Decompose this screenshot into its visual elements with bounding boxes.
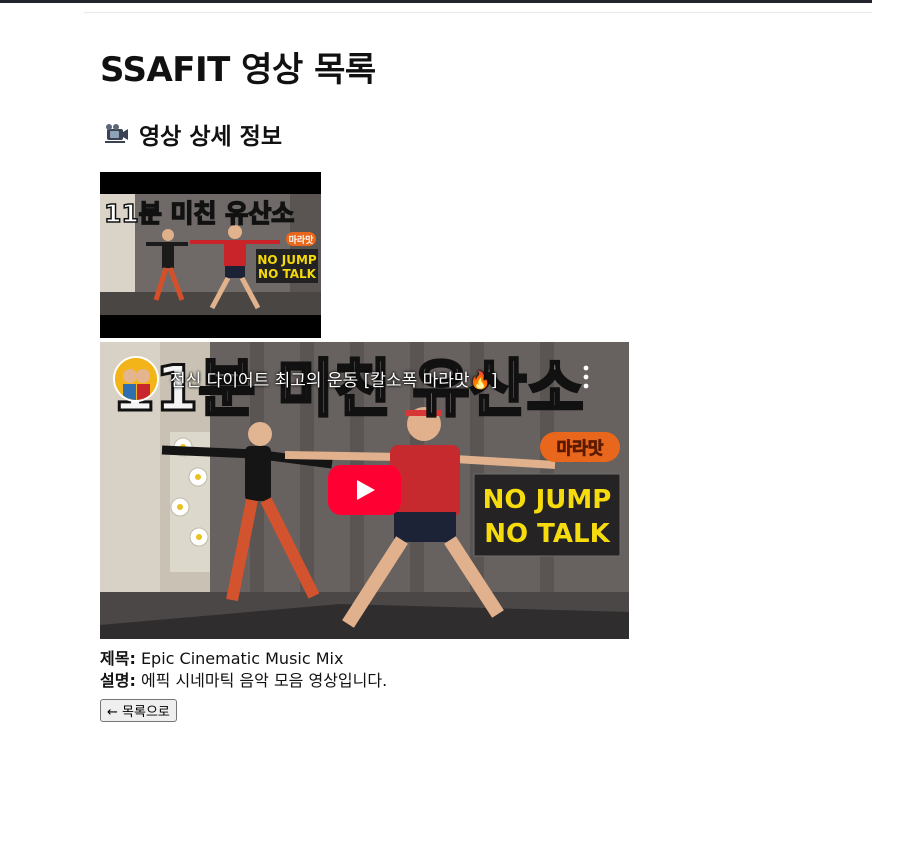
more-vertical-icon[interactable] — [582, 364, 590, 390]
video-title-row: 제목: Epic Cinematic Music Mix — [100, 648, 387, 670]
top-border — [0, 0, 872, 3]
player-tag-line2: NO TALK — [484, 519, 610, 549]
description-label: 설명: — [100, 671, 136, 690]
section-heading: 영상 상세 정보 — [102, 117, 282, 151]
thumbnail-tag-line2: NO TALK — [258, 267, 317, 281]
player-badge: 마라맛 — [557, 439, 604, 459]
title-label: 제목: — [100, 649, 136, 668]
youtube-play-icon[interactable] — [328, 465, 401, 515]
channel-avatar[interactable] — [113, 356, 159, 402]
page-title: SSAFIT 영상 목록 — [100, 50, 376, 90]
video-thumbnail: 11분 미친 유산소 마라맛 NO JUMP NO TALK — [100, 172, 321, 338]
thumbnail-tag-line1: NO JUMP — [257, 253, 317, 267]
title-value: Epic Cinematic Music Mix — [140, 649, 344, 668]
youtube-player[interactable]: 11분 미친 유산소 마라맛 NO JUMP NO TALK 전신 다이어트 최… — [100, 342, 629, 639]
description-value: 에픽 시네마틱 음악 모음 영상입니다. — [140, 671, 388, 690]
section-heading-text: 영상 상세 정보 — [139, 124, 282, 150]
video-camera-icon — [102, 123, 129, 145]
player-tag-line1: NO JUMP — [483, 485, 612, 515]
header-divider — [84, 12, 872, 13]
video-description-row: 설명: 에픽 시네마틱 음악 모음 영상입니다. — [100, 670, 387, 692]
back-to-list-button[interactable]: ← 목록으로 — [100, 699, 177, 722]
video-title-overlay[interactable]: 전신 다이어트 최고의 운동 [칼소폭 마라맛🔥] — [170, 366, 497, 391]
video-info: 제목: Epic Cinematic Music Mix 설명: 에픽 시네마틱… — [100, 648, 387, 692]
thumbnail-banner-text: 11분 미친 유산소 — [104, 199, 294, 228]
thumbnail-badge: 마라맛 — [289, 234, 315, 246]
